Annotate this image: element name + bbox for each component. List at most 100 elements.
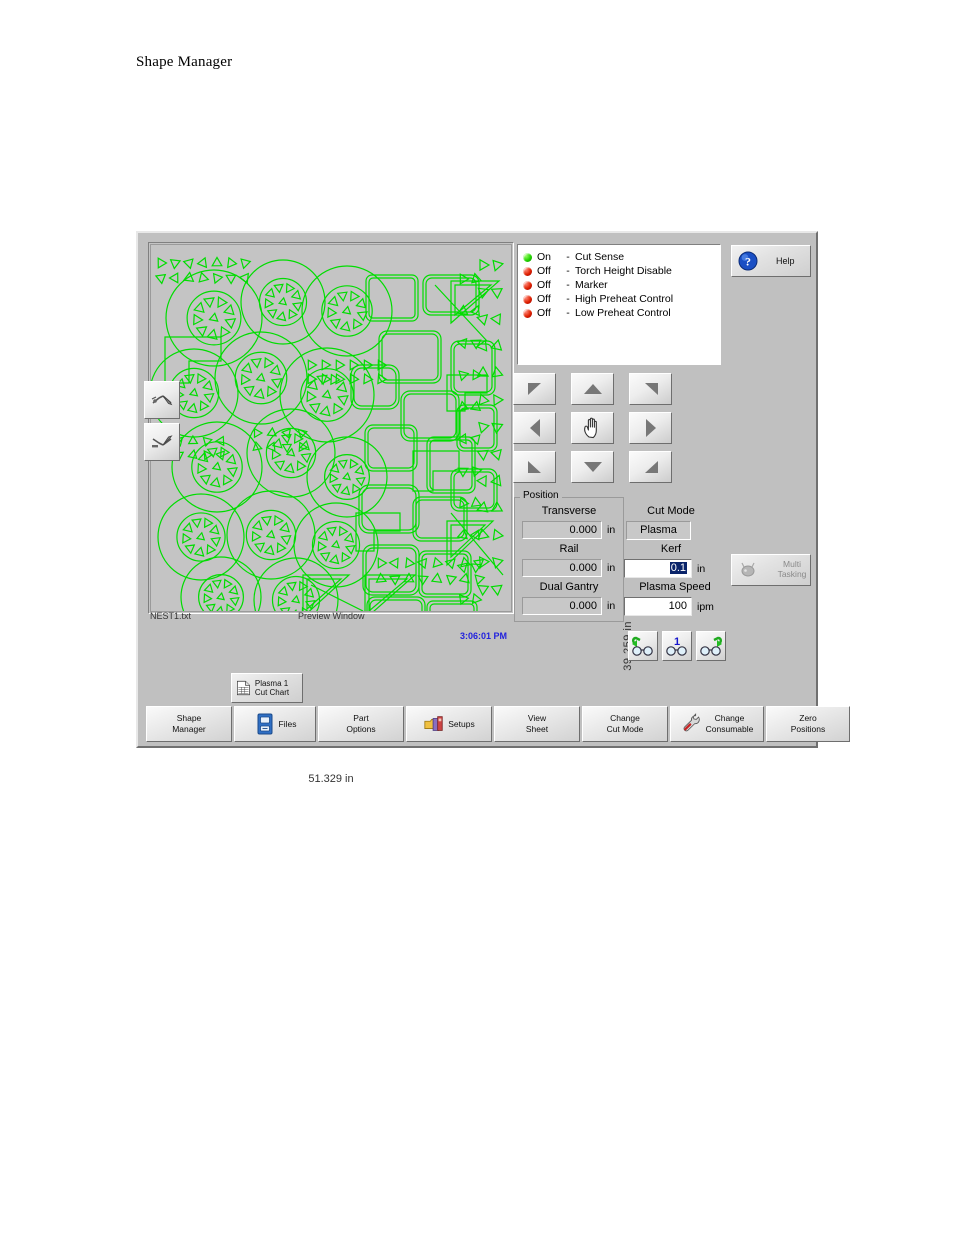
- glasses-left-arrow-icon: [632, 636, 653, 656]
- transverse-label: Transverse: [541, 505, 597, 517]
- status-label: Marker: [575, 279, 608, 291]
- status-row: Off - High Preheat Control: [523, 292, 720, 306]
- toolbar-change-consumable-button[interactable]: Change Consumable: [670, 706, 764, 742]
- kerf-label: Kerf: [660, 543, 682, 555]
- arrow-up-left-icon: [527, 383, 541, 395]
- torch-raise-button[interactable]: [144, 381, 180, 419]
- transverse-unit: in: [607, 524, 616, 536]
- jog-center-button[interactable]: [571, 412, 614, 444]
- cut-mode-label: Cut Mode: [647, 505, 695, 517]
- glasses-icon: 1: [666, 636, 687, 656]
- toolbar-shape-manager-label: Shape Manager: [172, 713, 206, 734]
- preview-canvas[interactable]: [150, 244, 512, 612]
- status-state: Off: [537, 265, 551, 277]
- arrow-down-left-icon: [527, 461, 541, 473]
- status-led-red-icon: [523, 280, 532, 290]
- transverse-value: 0.000: [522, 521, 602, 539]
- status-led-red-icon: [523, 266, 532, 276]
- rail-value: 0.000: [522, 559, 602, 577]
- status-label: Cut Sense: [575, 251, 625, 263]
- toolbar-zero-positions-label: Zero Positions: [790, 713, 826, 734]
- status-dash: -: [566, 279, 570, 291]
- cut-mode-value: Plasma: [626, 521, 691, 540]
- toolbar-change-cut-mode-label: Change Cut Mode: [606, 713, 644, 734]
- status-dash: -: [566, 251, 570, 263]
- toolbar-zero-positions-button[interactable]: Zero Positions: [766, 706, 850, 742]
- shape-manager-window: 39.259 in 51.329 in NEST1.txt Preview Wi…: [136, 231, 850, 785]
- status-indicator-list: On - Cut Sense Off - Torch Height Disabl…: [517, 244, 721, 365]
- status-state: Off: [537, 279, 551, 291]
- status-row: Off - Low Preheat Control: [523, 306, 720, 320]
- jog-up-right-button[interactable]: [629, 373, 672, 405]
- svg-text:1: 1: [674, 636, 680, 648]
- toolbar-setups-label: Setups: [448, 718, 475, 729]
- clock-display: 3:06:01 PM: [460, 631, 508, 641]
- dual-gantry-unit: in: [607, 600, 616, 612]
- toolbar-view-sheet-button[interactable]: View Sheet: [494, 706, 580, 742]
- speed-preset-button[interactable]: 1: [662, 631, 692, 661]
- speed-increase-button[interactable]: [696, 631, 726, 661]
- plasma-cut-chart-button[interactable]: Plasma 1 Cut Chart: [231, 673, 303, 703]
- speed-decrease-button[interactable]: [628, 631, 658, 661]
- dual-gantry-label: Dual Gantry: [539, 581, 599, 593]
- status-dash: -: [566, 293, 570, 305]
- status-label: Low Preheat Control: [575, 307, 671, 319]
- glasses-right-arrow-icon: [700, 636, 722, 656]
- kerf-unit: in: [697, 563, 706, 575]
- toolbar-files-label: Files: [278, 718, 297, 729]
- jog-up-left-button[interactable]: [513, 373, 556, 405]
- arrow-up-right-icon: [644, 383, 658, 395]
- cut-chart-icon: [237, 680, 250, 696]
- status-led-red-icon: [523, 294, 532, 304]
- help-button[interactable]: ? Help: [731, 245, 811, 277]
- plasma-speed-unit: ipm: [697, 601, 714, 613]
- nest-file-label: NEST1.txt: [150, 611, 192, 621]
- wrench-icon: [683, 713, 700, 732]
- hand-cursor-icon: [583, 417, 597, 439]
- status-dash: -: [566, 307, 570, 319]
- arrow-up-icon: [583, 384, 602, 394]
- position-group-legend: Position: [520, 490, 562, 501]
- torch-down-icon: [152, 435, 173, 448]
- help-button-label: Help: [776, 255, 795, 266]
- sheet-width-dimension: 51.329 in: [308, 773, 354, 785]
- toolbar-setups-button[interactable]: Setups: [406, 706, 492, 742]
- toolbar-change-cut-mode-button[interactable]: Change Cut Mode: [582, 706, 668, 742]
- jog-right-button[interactable]: [629, 412, 672, 444]
- toolbar-view-sheet-label: View Sheet: [525, 713, 549, 734]
- status-row: Off - Torch Height Disable: [523, 264, 720, 278]
- bottom-toolbar: Shape Manager Files Part Options Setups: [146, 706, 850, 742]
- toolbar-shape-manager-button[interactable]: Shape Manager: [146, 706, 232, 742]
- arrow-down-right-icon: [644, 461, 658, 473]
- page-title: Shape Manager: [136, 54, 233, 70]
- status-row: Off - Marker: [523, 278, 720, 292]
- nest-drawing: [151, 245, 511, 611]
- jog-up-button[interactable]: [571, 373, 614, 405]
- jog-down-left-button[interactable]: [513, 451, 556, 483]
- dual-gantry-value: 0.000: [522, 597, 602, 615]
- question-mark-icon: ?: [738, 251, 758, 271]
- arrow-down-icon: [583, 462, 602, 472]
- plasma-speed-label: Plasma Speed: [639, 581, 711, 593]
- status-led-green-icon: [523, 252, 532, 262]
- kerf-value: 0.1: [669, 562, 687, 574]
- arrow-left-icon: [529, 419, 540, 437]
- multi-tasking-button[interactable]: Multi Tasking: [731, 554, 811, 586]
- status-dash: -: [566, 265, 570, 277]
- jog-down-button[interactable]: [571, 451, 614, 483]
- toolbar-files-button[interactable]: Files: [234, 706, 316, 742]
- plasma-cut-chart-label: Plasma 1 Cut Chart: [254, 678, 290, 697]
- jog-left-button[interactable]: [513, 412, 556, 444]
- torch-lower-button[interactable]: [144, 423, 180, 461]
- arrow-right-icon: [645, 419, 656, 437]
- toolbar-part-options-button[interactable]: Part Options: [318, 706, 404, 742]
- jog-pad: [513, 373, 673, 483]
- preview-window[interactable]: [148, 242, 514, 614]
- jog-down-right-button[interactable]: [629, 451, 672, 483]
- plasma-speed-input[interactable]: 100: [624, 597, 692, 616]
- torch-up-icon: [151, 395, 173, 406]
- multitasking-icon: [741, 562, 755, 577]
- preview-window-caption: Preview Window: [298, 611, 365, 621]
- toolbar-part-options-label: Part Options: [346, 713, 376, 734]
- kerf-input[interactable]: 0.1: [624, 559, 692, 578]
